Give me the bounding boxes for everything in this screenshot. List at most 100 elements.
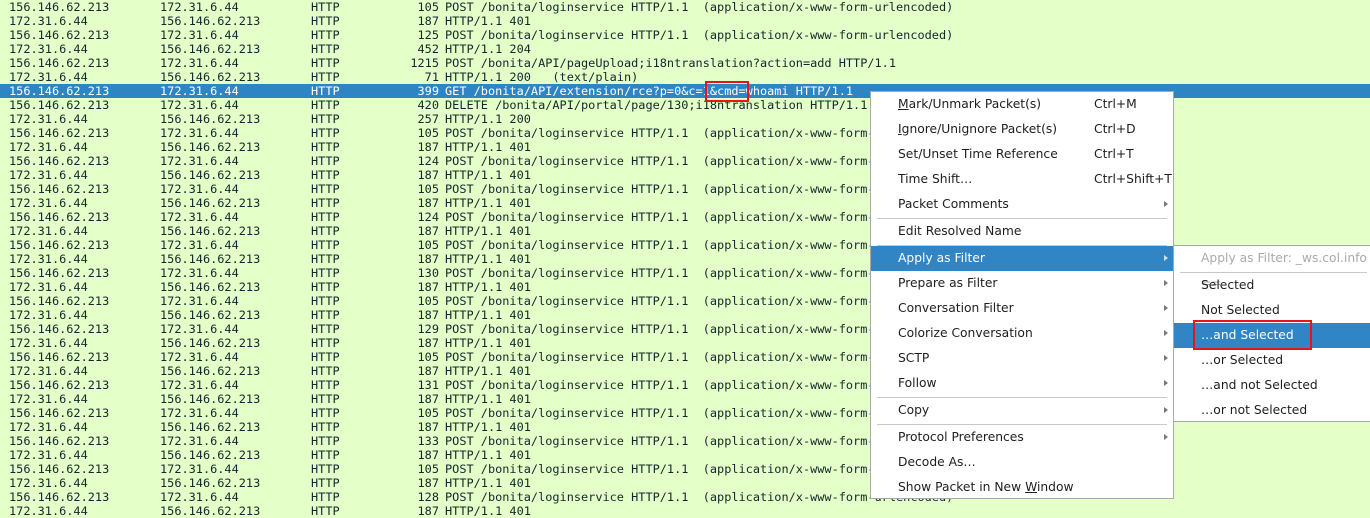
destination-cell: 172.31.6.44 [160,154,239,168]
accelerator-key: W [1025,480,1037,494]
menu-item-prepare-as-filter[interactable]: Prepare as Filter [871,271,1173,296]
menu-item-label: Colorize Conversation [898,326,1033,340]
source-cell: 172.31.6.44 [9,168,88,182]
source-cell: 172.31.6.44 [9,308,88,322]
menu-item-mark-unmark-packet-s[interactable]: Mark/Unmark Packet(s) Ctrl+M [871,92,1173,117]
protocol-cell: HTTP [311,280,340,294]
menu-item-label: Follow [898,376,937,390]
submenu-item-label: …or Selected [1201,353,1284,367]
submenu-arrow-icon [1164,380,1168,386]
length-cell: 129 [417,322,439,336]
info-cell: HTTP/1.1 401 [445,336,531,350]
menu-item-packet-comments[interactable]: Packet Comments [871,192,1173,217]
source-cell: 172.31.6.44 [9,448,88,462]
submenu-item-or-selected[interactable]: …or Selected [1174,348,1370,373]
protocol-cell: HTTP [311,448,340,462]
destination-cell: 172.31.6.44 [160,406,239,420]
submenu-item-selected[interactable]: Selected [1174,273,1370,298]
protocol-cell: HTTP [311,112,340,126]
destination-cell: 172.31.6.44 [160,490,239,504]
submenu-arrow-icon [1164,355,1168,361]
destination-cell: 172.31.6.44 [160,266,239,280]
destination-cell: 156.146.62.213 [160,168,261,182]
menu-item-follow[interactable]: Follow [871,371,1173,396]
destination-cell: 156.146.62.213 [160,336,261,350]
length-cell: 187 [417,420,439,434]
length-cell: 187 [417,224,439,238]
menu-item-decode-as[interactable]: Decode As… [871,450,1173,475]
length-cell: 187 [417,448,439,462]
menu-item-label: Show Packet in New Window [898,480,1074,494]
packet-row[interactable]: 156.146.62.213 172.31.6.44 HTTP 125 POST /bo… [0,28,1370,42]
source-cell: 172.31.6.44 [9,42,88,56]
menu-item-apply-as-filter[interactable]: Apply as Filter [871,246,1173,271]
packet-row[interactable]: 156.146.62.213 172.31.6.44 HTTP 1215 POST /b… [0,56,1370,70]
destination-cell: 172.31.6.44 [160,98,239,112]
packet-row[interactable]: 156.146.62.213 172.31.6.44 HTTP 105 POST /bo… [0,0,1370,14]
info-cell: POST /bonita/API/pageUpload;i18ntranslat… [445,56,897,70]
protocol-cell: HTTP [311,364,340,378]
submenu-item-or-not-selected[interactable]: …or not Selected [1174,398,1370,423]
length-cell: 399 [417,84,439,98]
menu-item-label: Time Shift… [898,172,973,186]
packet-row[interactable]: 172.31.6.44 156.146.62.213 HTTP 71 HTTP/1.1 … [0,70,1370,84]
menu-item-colorize-conversation[interactable]: Colorize Conversation [871,321,1173,346]
highlight-box-and-selected [1193,320,1312,350]
length-cell: 187 [417,392,439,406]
protocol-cell: HTTP [311,182,340,196]
protocol-cell: HTTP [311,252,340,266]
protocol-cell: HTTP [311,14,340,28]
protocol-cell: HTTP [311,462,340,476]
protocol-cell: HTTP [311,504,340,518]
menu-item-conversation-filter[interactable]: Conversation Filter [871,296,1173,321]
source-cell: 156.146.62.213 [9,462,110,476]
menu-item-label: Mark/Unmark Packet(s) [898,97,1042,111]
menu-item-label: Conversation Filter [898,301,1014,315]
menu-item-label: Ignore/Unignore Packet(s) [898,122,1058,136]
packet-row[interactable]: 172.31.6.44 156.146.62.213 HTTP 452 HTTP/1.1… [0,42,1370,56]
protocol-cell: HTTP [311,56,340,70]
packet-row[interactable]: 172.31.6.44 156.146.62.213 HTTP 187 HTTP/1.1… [0,14,1370,28]
destination-cell: 156.146.62.213 [160,448,261,462]
submenu-arrow-icon [1164,434,1168,440]
source-cell: 172.31.6.44 [9,14,88,28]
menu-item-show-packet-in-new-window[interactable]: Show Packet in New Window [871,475,1173,500]
protocol-cell: HTTP [311,378,340,392]
submenu-item-and-not-selected[interactable]: …and not Selected [1174,373,1370,398]
source-cell: 156.146.62.213 [9,56,110,70]
info-cell: POST /bonita/loginservice HTTP/1.1 (appl… [445,0,954,14]
protocol-cell: HTTP [311,294,340,308]
length-cell: 1215 [410,56,439,70]
length-cell: 187 [417,252,439,266]
length-cell: 71 [424,70,439,84]
length-cell: 187 [417,14,439,28]
menu-item-ignore-unignore-packet-s[interactable]: Ignore/Unignore Packet(s) Ctrl+D [871,117,1173,142]
protocol-cell: HTTP [311,322,340,336]
length-cell: 133 [417,434,439,448]
protocol-cell: HTTP [311,140,340,154]
source-cell: 172.31.6.44 [9,364,88,378]
length-cell: 130 [417,266,439,280]
highlight-box-cmd [705,81,749,102]
packet-row[interactable]: 172.31.6.44 156.146.62.213 HTTP 187 HTTP/1.1… [0,504,1370,518]
protocol-cell: HTTP [311,350,340,364]
destination-cell: 172.31.6.44 [160,182,239,196]
submenu-item-label: …or not Selected [1201,403,1308,417]
menu-item-edit-resolved-name[interactable]: Edit Resolved Name [871,219,1173,244]
menu-item-set-unset-time-reference[interactable]: Set/Unset Time Reference Ctrl+T [871,142,1173,167]
info-cell: HTTP/1.1 401 [445,280,531,294]
menu-item-protocol-preferences[interactable]: Protocol Preferences [871,425,1173,450]
menu-item-sctp[interactable]: SCTP [871,346,1173,371]
menu-item-time-shift[interactable]: Time Shift… Ctrl+Shift+T [871,167,1173,192]
submenu-item-label: Selected [1201,278,1255,292]
menu-item-label: Set/Unset Time Reference [898,147,1058,161]
source-cell: 156.146.62.213 [9,350,110,364]
source-cell: 156.146.62.213 [9,126,110,140]
info-cell: HTTP/1.1 401 [445,224,531,238]
info-cell: DELETE /bonita/API/portal/page/130;i18nt… [445,98,868,112]
length-cell: 452 [417,42,439,56]
length-cell: 124 [417,210,439,224]
submenu-arrow-icon [1164,305,1168,311]
source-cell: 156.146.62.213 [9,182,110,196]
menu-item-copy[interactable]: Copy [871,398,1173,423]
